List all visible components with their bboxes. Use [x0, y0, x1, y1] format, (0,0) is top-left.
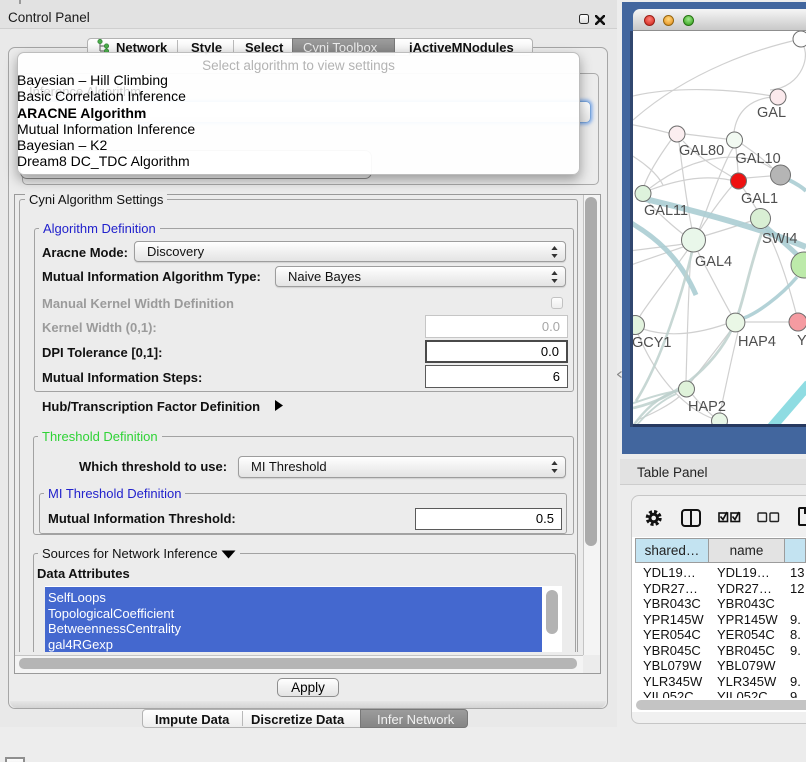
svg-text:SWI4: SWI4	[762, 231, 797, 247]
svg-text:HAP4: HAP4	[738, 334, 776, 350]
svg-text:GAL: GAL	[757, 105, 786, 121]
svg-text:GAL1: GAL1	[741, 191, 778, 207]
svg-text:GAL11: GAL11	[644, 203, 688, 219]
svg-text:Y: Y	[797, 333, 806, 349]
svg-text:GAL80: GAL80	[679, 143, 724, 159]
svg-text:GAL4: GAL4	[695, 254, 732, 270]
svg-text:HAP2: HAP2	[688, 399, 726, 415]
svg-text:GCY1: GCY1	[633, 335, 672, 351]
svg-text:GAL10: GAL10	[736, 151, 781, 167]
